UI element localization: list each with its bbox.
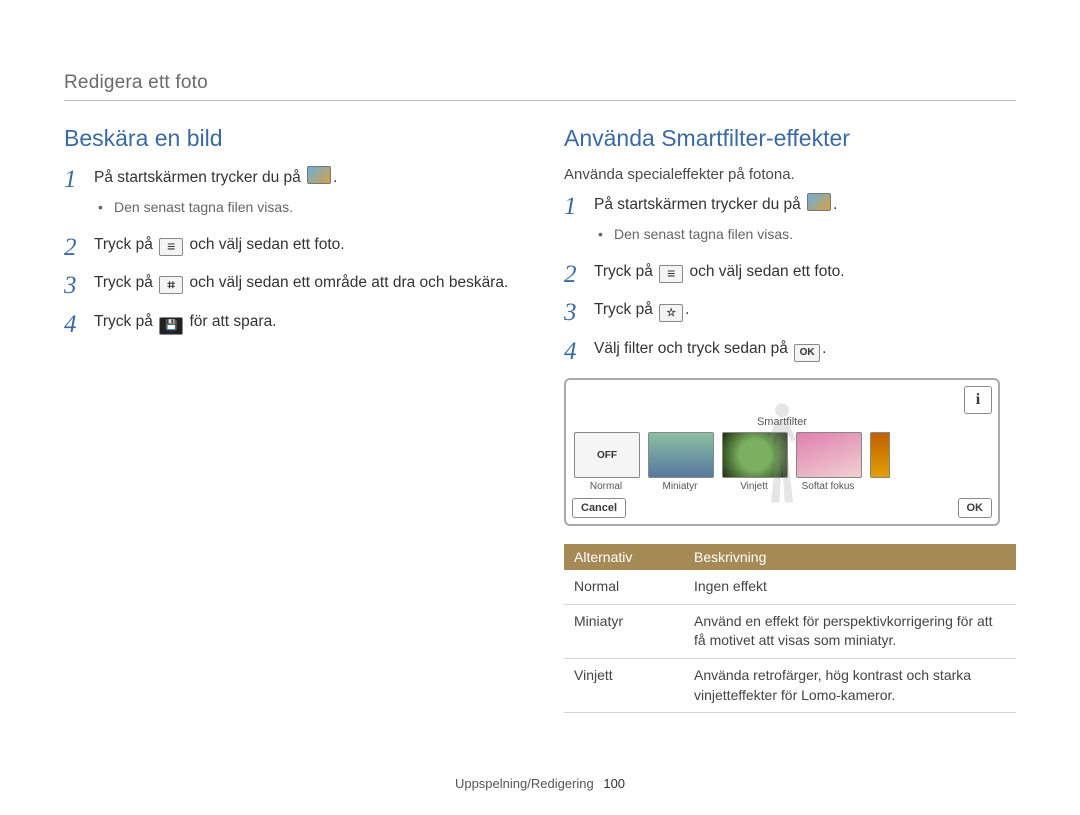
right-title: Använda Smartfilter-effekter — [564, 125, 1016, 152]
step-text-post: . — [833, 196, 837, 213]
left-step-1: På startskärmen trycker du på . Den sena… — [64, 166, 516, 218]
cell-desc: Använda retrofärger, hög kontrast och st… — [684, 659, 1016, 713]
step-text: Tryck på — [94, 313, 157, 330]
right-step-3: Tryck på . — [564, 299, 1016, 322]
step-text-post: . — [333, 169, 337, 186]
step-text-post: för att spara. — [185, 313, 276, 330]
off-icon: OFF — [574, 432, 640, 478]
page-header: Redigera ett foto — [64, 72, 1016, 101]
cell-desc: Ingen effekt — [684, 570, 1016, 604]
thumb-caption: Vinjett — [722, 481, 786, 492]
cell-option: Vinjett — [564, 659, 684, 713]
cell-option: Normal — [564, 570, 684, 604]
table-row: Vinjett Använda retrofärger, hög kontras… — [564, 659, 1016, 713]
cell-option: Miniatyr — [564, 604, 684, 658]
smartfilter-label: Smartfilter — [572, 416, 992, 428]
step-text: Tryck på — [94, 274, 157, 291]
th-beskrivning: Beskrivning — [684, 544, 1016, 570]
step-text: På startskärmen trycker du på — [94, 169, 305, 186]
left-steps: På startskärmen trycker du på . Den sena… — [64, 166, 516, 335]
thumb-caption: Softat fokus — [796, 481, 860, 492]
gallery-icon — [307, 166, 331, 184]
step-text: Tryck på — [94, 236, 157, 253]
ok-button[interactable]: OK — [958, 498, 993, 518]
left-title: Beskära en bild — [64, 125, 516, 152]
footer-page-number: 100 — [603, 776, 625, 791]
step-text-post: och välj sedan ett område att dra och be… — [185, 274, 508, 291]
menu-icon — [159, 238, 183, 256]
cell-desc: Använd en effekt för perspektivkorrigeri… — [684, 604, 1016, 658]
table-row: Normal Ingen effekt — [564, 570, 1016, 604]
left-step-4: Tryck på för att spara. — [64, 311, 516, 335]
thumb-image — [722, 432, 788, 478]
left-step-3: Tryck på och välj sedan ett område att d… — [64, 272, 516, 294]
left-step-2: Tryck på och välj sedan ett foto. — [64, 234, 516, 256]
step-text-post: . — [685, 301, 689, 318]
right-step-2: Tryck på och välj sedan ett foto. — [564, 261, 1016, 283]
step-text-post: och välj sedan ett foto. — [685, 263, 844, 280]
ok-icon — [794, 344, 820, 362]
options-table: Alternativ Beskrivning Normal Ingen effe… — [564, 544, 1016, 713]
step-text: På startskärmen trycker du på — [594, 196, 805, 213]
cancel-button[interactable]: Cancel — [572, 498, 626, 518]
crop-icon — [159, 276, 183, 294]
filter-thumbs: OFF Normal Miniatyr Vinjett Softat fokus — [574, 432, 990, 492]
footer-section: Uppspelning/Redigering — [455, 776, 594, 791]
filter-thumb-miniatyr[interactable]: Miniatyr — [648, 432, 712, 492]
right-column: Använda Smartfilter-effekter Använda spe… — [564, 125, 1016, 713]
filter-thumb-normal[interactable]: OFF Normal — [574, 432, 638, 492]
step-text: Tryck på — [594, 301, 657, 318]
smartfilter-icon — [659, 304, 683, 322]
right-step-1: På startskärmen trycker du på . Den sena… — [564, 193, 1016, 245]
step-text: Tryck på — [594, 263, 657, 280]
right-step-1-sub: Den senast tagna filen visas. — [598, 224, 1016, 244]
columns: Beskära en bild På startskärmen trycker … — [64, 125, 1016, 713]
step-text: Välj filter och tryck sedan på — [594, 340, 792, 357]
info-button[interactable]: i — [964, 386, 992, 414]
step-text-post: . — [822, 340, 826, 357]
thumb-caption: Normal — [574, 481, 638, 492]
right-steps: På startskärmen trycker du på . Den sena… — [564, 193, 1016, 362]
smartfilter-preview: i Smartfilter OFF Normal Miniatyr Vinjet… — [564, 378, 1000, 526]
table-row: Miniatyr Använd en effekt för perspektiv… — [564, 604, 1016, 658]
thumb-image — [870, 432, 890, 478]
right-intro: Använda specialeffekter på fotona. — [564, 166, 1016, 183]
thumb-image — [796, 432, 862, 478]
filter-thumb-vinjett[interactable]: Vinjett — [722, 432, 786, 492]
thumb-image — [648, 432, 714, 478]
left-step-1-sub: Den senast tagna filen visas. — [98, 197, 516, 217]
left-column: Beskära en bild På startskärmen trycker … — [64, 125, 516, 713]
filter-thumb-softat[interactable]: Softat fokus — [796, 432, 860, 492]
thumb-caption: Miniatyr — [648, 481, 712, 492]
th-alternativ: Alternativ — [564, 544, 684, 570]
filter-thumb-more[interactable] — [870, 432, 890, 478]
step-text-post: och välj sedan ett foto. — [185, 236, 344, 253]
right-step-4: Välj filter och tryck sedan på . — [564, 338, 1016, 362]
page-footer: Uppspelning/Redigering 100 — [0, 776, 1080, 791]
menu-icon — [659, 265, 683, 283]
gallery-icon — [807, 193, 831, 211]
save-icon — [159, 317, 183, 335]
